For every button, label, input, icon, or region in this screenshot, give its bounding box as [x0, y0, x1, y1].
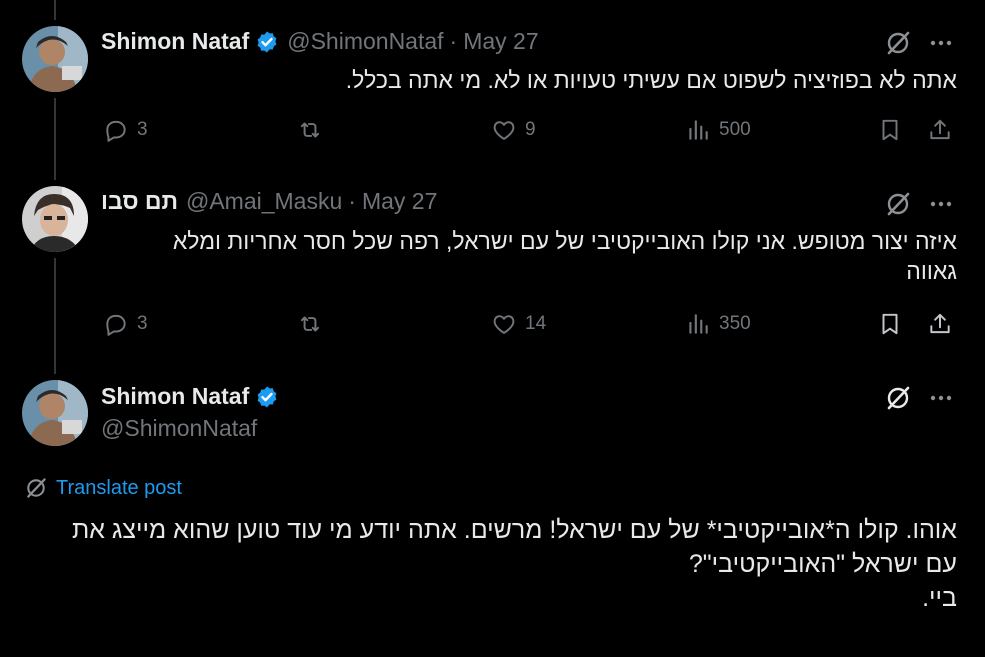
reply-icon: [106, 120, 126, 142]
bookmark-button[interactable]: [877, 311, 903, 337]
avatar[interactable]: [22, 26, 88, 92]
grok-icon[interactable]: [884, 29, 912, 57]
separator: ·: [348, 188, 356, 214]
avatar[interactable]: [22, 186, 88, 252]
view-count: 500: [719, 119, 751, 140]
retweet-icon: [300, 316, 320, 332]
author-name[interactable]: תם סבו: [101, 188, 178, 215]
bookmark-icon: [882, 313, 898, 335]
like-button[interactable]: 9: [491, 117, 536, 143]
like-button[interactable]: 14: [491, 311, 546, 337]
like-count: 14: [525, 313, 547, 334]
retweet-button[interactable]: [297, 311, 323, 337]
reply-button[interactable]: 3: [103, 311, 148, 337]
author-handle[interactable]: @ShimonNataf: [101, 415, 257, 442]
bookmark-icon: [882, 119, 898, 141]
grok-icon[interactable]: [884, 384, 912, 412]
views-icon: [689, 314, 708, 334]
post-date[interactable]: May 27: [362, 188, 437, 215]
post-text: אתה לא בפוזיציה לשפוט אם עשיתי טעויות או…: [345, 67, 957, 93]
like-icon: [493, 315, 515, 334]
reply-count: 3: [137, 313, 148, 334]
author-name[interactable]: Shimon Nataf: [101, 383, 249, 410]
translate-icon: [27, 478, 46, 498]
grok-icon[interactable]: [884, 190, 912, 218]
share-button[interactable]: [927, 117, 953, 143]
translate-post-link[interactable]: Translate post: [24, 476, 182, 500]
share-icon: [930, 313, 950, 334]
like-count: 9: [525, 119, 536, 140]
like-icon: [493, 121, 515, 140]
bookmark-button[interactable]: [877, 117, 903, 143]
share-icon: [930, 119, 950, 140]
verified-badge-icon: [255, 30, 279, 54]
verified-badge-icon: [255, 385, 279, 409]
avatar[interactable]: [22, 380, 88, 446]
views-button[interactable]: 500: [685, 117, 751, 143]
tweet-2[interactable]: תם סבו @Amai_Masku · May 27 איזה יצור מט…: [0, 170, 985, 360]
views-button[interactable]: 350: [685, 311, 751, 337]
more-icon[interactable]: [928, 191, 954, 217]
action-bar: 3 9 500: [101, 117, 956, 147]
post-text: איזה יצור מטופש. אני קולו האובייקטיבי של…: [172, 228, 957, 284]
author-handle[interactable]: @ShimonNataf: [287, 28, 443, 55]
reply-icon: [106, 314, 126, 336]
translate-label: Translate post: [56, 476, 182, 499]
tweet-3[interactable]: Shimon Nataf @ShimonNataf Translate post…: [0, 360, 985, 657]
retweet-icon: [300, 122, 320, 138]
post-date[interactable]: May 27: [463, 28, 538, 55]
reply-button[interactable]: 3: [103, 117, 148, 143]
author-handle[interactable]: @Amai_Masku: [186, 188, 342, 215]
reply-count: 3: [137, 119, 148, 140]
separator: ·: [449, 28, 458, 54]
views-icon: [689, 120, 708, 140]
share-button[interactable]: [927, 311, 953, 337]
action-bar: 3 14 350: [101, 311, 956, 341]
retweet-button[interactable]: [297, 117, 323, 143]
more-icon[interactable]: [928, 385, 954, 411]
more-icon[interactable]: [928, 30, 954, 56]
author-name[interactable]: Shimon Nataf: [101, 28, 249, 55]
post-text: אוהו. קולו ה*אובייקטיבי* של עם ישראל! מר…: [71, 516, 957, 612]
tweet-1[interactable]: Shimon Nataf @ShimonNataf · May 27 אתה ל…: [0, 0, 985, 170]
view-count: 350: [719, 313, 751, 334]
